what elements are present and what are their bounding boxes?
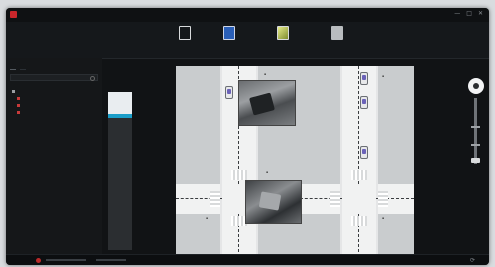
layer-strip xyxy=(108,92,132,250)
crosswalk xyxy=(231,170,247,180)
zoom-slider-track[interactable] xyxy=(474,98,477,164)
crosswalk xyxy=(351,170,367,180)
tab-2[interactable] xyxy=(20,62,26,70)
zoom-slider-thumb[interactable] xyxy=(471,158,480,163)
device-panel xyxy=(6,58,102,254)
close-button[interactable]: ✕ xyxy=(478,10,483,18)
image-icon xyxy=(277,26,289,40)
map-icon xyxy=(223,26,235,40)
monitor-icon xyxy=(179,26,191,40)
curb xyxy=(340,66,342,262)
vehicle-marker[interactable] xyxy=(360,72,368,85)
crosswalk xyxy=(351,216,367,226)
window-controls: — □ ✕ xyxy=(454,10,483,18)
device-tree xyxy=(12,88,98,116)
camera-image-subject xyxy=(258,191,282,211)
curb xyxy=(376,66,378,262)
camera-icon xyxy=(17,97,20,100)
status-bar: ⟳ xyxy=(6,254,489,265)
tree-node-2[interactable] xyxy=(12,102,98,109)
camera-preview-popup[interactable] xyxy=(238,80,296,126)
camera-icon xyxy=(17,111,20,114)
road-vertical-right xyxy=(342,66,376,262)
maximize-button[interactable]: □ xyxy=(466,10,472,18)
status-segment xyxy=(96,259,126,261)
main-toolbar xyxy=(6,22,489,59)
tree-node-1[interactable] xyxy=(12,95,98,102)
strip-selection-bar xyxy=(108,114,132,118)
alarm-indicator[interactable] xyxy=(36,258,41,263)
status-segment xyxy=(46,259,86,261)
toolbar-item-2[interactable] xyxy=(214,24,244,56)
camera-pin-icon[interactable]: ▪ xyxy=(382,216,384,220)
camera-preview-popup[interactable] xyxy=(245,180,302,224)
vehicle-marker[interactable] xyxy=(360,96,368,109)
camera-icon xyxy=(17,104,20,107)
settings-icon xyxy=(331,26,343,40)
strip-preview[interactable] xyxy=(108,92,132,114)
camera-pin-icon[interactable]: ▪ xyxy=(264,72,266,76)
camera-image-subject xyxy=(249,92,275,116)
search-icon[interactable] xyxy=(90,76,95,81)
tree-node-root[interactable] xyxy=(12,88,98,95)
tab-1[interactable] xyxy=(10,62,16,70)
crosswalk xyxy=(210,191,220,207)
toolbar-item-4[interactable] xyxy=(322,24,352,56)
search-input[interactable] xyxy=(13,75,89,80)
vehicle-marker[interactable] xyxy=(225,86,233,99)
ptz-center[interactable] xyxy=(473,83,479,89)
camera-pin-icon[interactable]: ▪ xyxy=(382,74,384,78)
camera-pin-icon[interactable]: ▪ xyxy=(206,216,208,220)
map-view[interactable]: ▪ ▪ ▪ ▪ ▪ xyxy=(176,66,414,262)
zoom-tick xyxy=(471,126,480,128)
toolbar-item-3[interactable] xyxy=(268,24,298,56)
camera-pin-icon[interactable]: ▪ xyxy=(266,170,268,174)
app-logo-icon xyxy=(10,11,17,18)
folder-icon xyxy=(12,90,15,93)
vehicle-marker[interactable] xyxy=(360,146,368,159)
title-bar: — □ ✕ xyxy=(6,8,489,22)
minimize-button[interactable]: — xyxy=(454,10,460,18)
crosswalk xyxy=(330,191,340,207)
panel-tabs xyxy=(10,62,98,70)
zoom-tick xyxy=(471,144,480,146)
refresh-icon[interactable]: ⟳ xyxy=(470,257,475,264)
ptz-control[interactable] xyxy=(468,78,484,94)
tree-node-3[interactable] xyxy=(12,109,98,116)
crosswalk xyxy=(378,191,388,207)
toolbar-item-1[interactable] xyxy=(170,24,200,56)
lane-marking xyxy=(358,66,359,184)
search-box xyxy=(10,74,98,81)
curb xyxy=(220,66,222,262)
app-window: — □ ✕ ▪ ▪ ▪ ▪ ▪ ⟳ xyxy=(6,8,489,265)
